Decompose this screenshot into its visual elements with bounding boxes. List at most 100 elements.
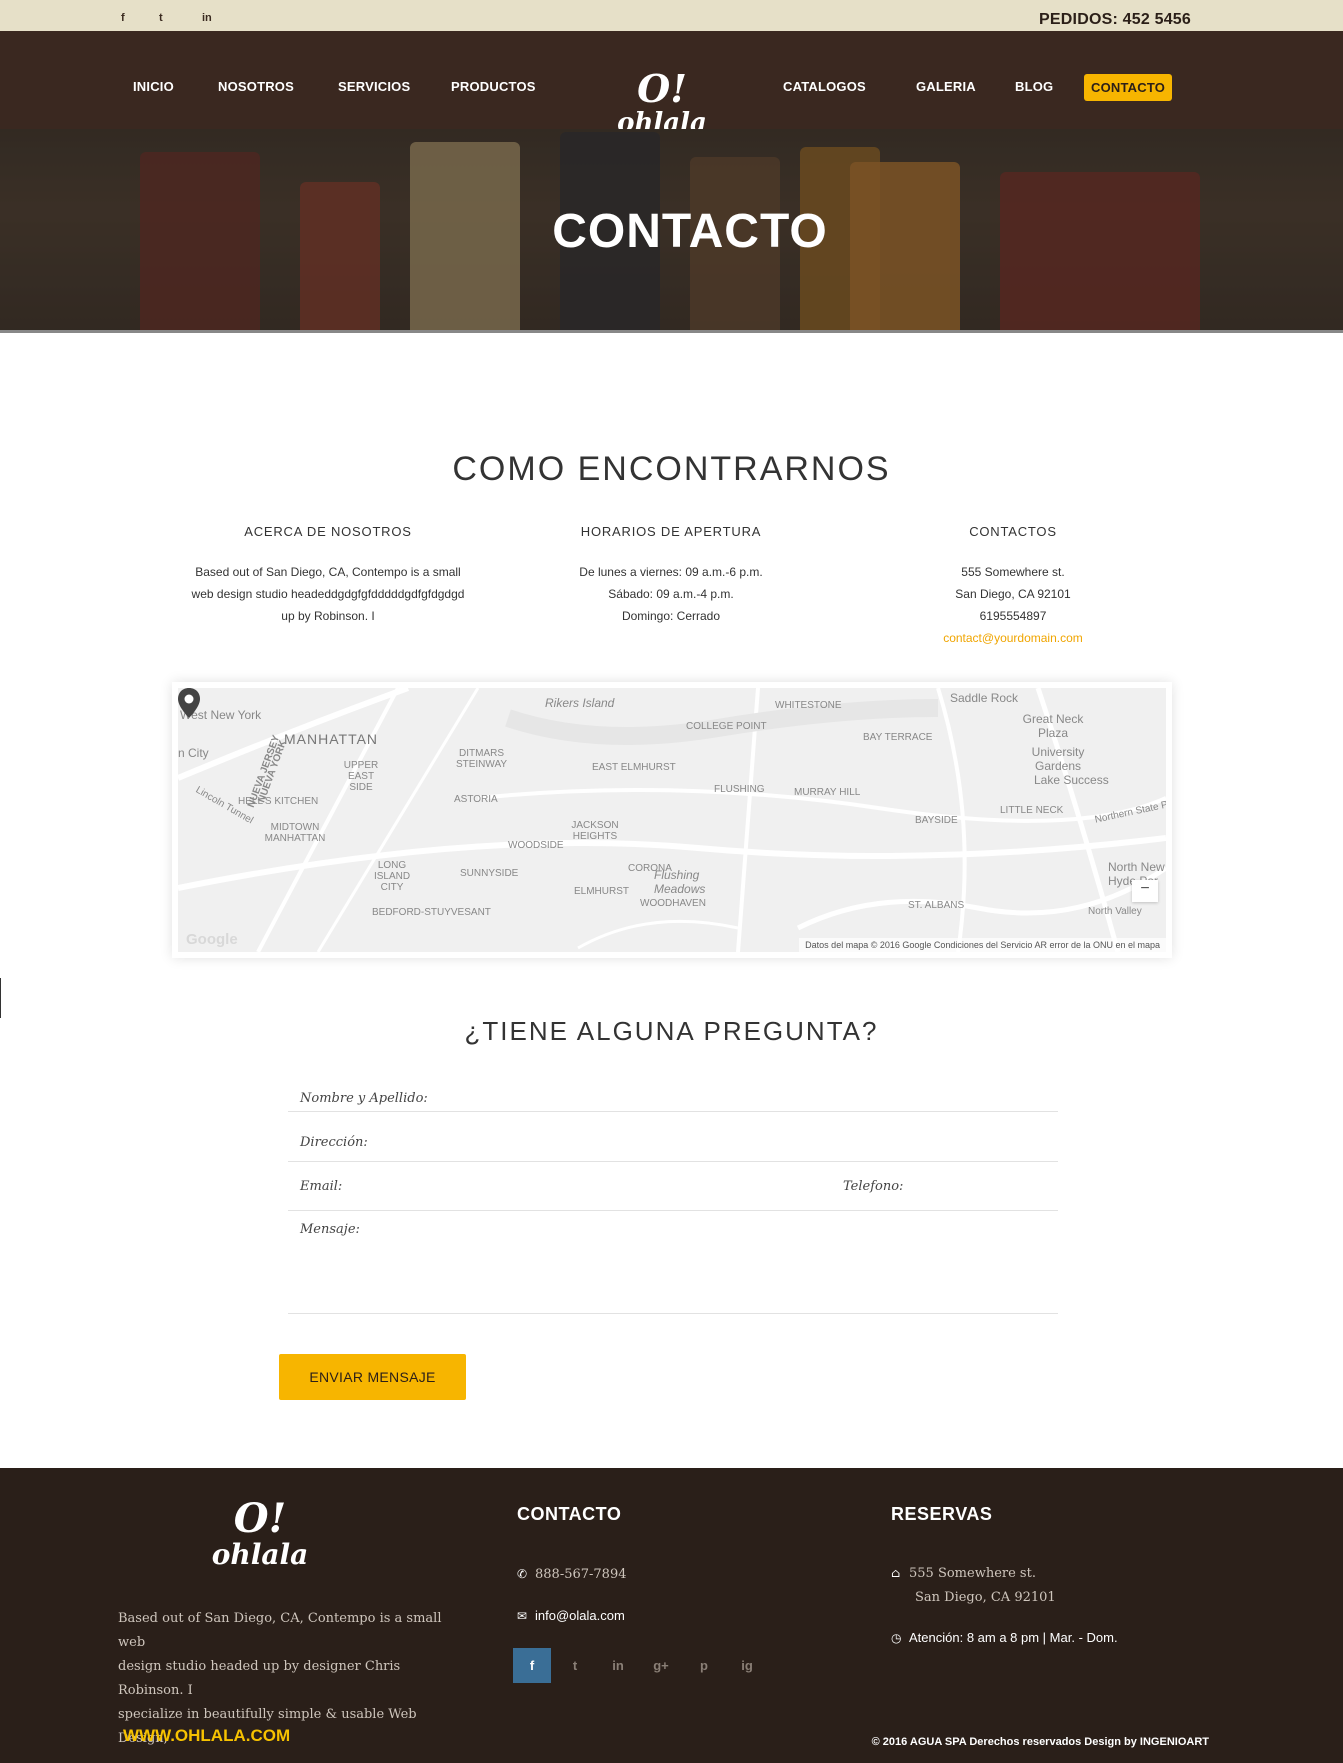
map-label: Rikers Island — [545, 696, 615, 710]
about-line: Based out of San Diego, CA, Contempo is … — [195, 565, 461, 579]
map-label: Lake Success — [1034, 773, 1109, 787]
location-pin-icon[interactable] — [178, 688, 200, 718]
map-label: ASTORIA — [454, 794, 498, 805]
footer-phone-text: 888-567-7894 — [535, 1567, 627, 1582]
map-label: HELL'S KITCHEN — [238, 796, 319, 807]
map-label: DITMARS STEINWAY — [455, 748, 508, 770]
footer-hours: ◷ Atención: 8 am a 8 pm | Mar. - Dom. — [891, 1630, 1118, 1645]
send-message-button[interactable]: ENVIAR MENSAJE — [279, 1354, 466, 1400]
footer-logo[interactable]: O! ohlala — [205, 1498, 315, 1570]
twitter-icon[interactable]: t — [556, 1648, 594, 1683]
footer-copyright: © 2016 AGUA SPA Derechos reservados Desi… — [871, 1736, 1209, 1748]
footer-address: ⌂ 555 Somewhere st. — [891, 1566, 1036, 1581]
contacts-text: 555 Somewhere st. San Diego, CA 92101 61… — [863, 561, 1163, 649]
find-us-title: COMO ENCONTRARNOS — [452, 450, 891, 488]
map-label: SUNNYSIDE — [460, 868, 519, 879]
ohlala-logo[interactable]: O! ohlala — [610, 66, 714, 138]
nav-inicio[interactable]: INICIO — [133, 79, 174, 94]
map-label: MURRAY HILL — [794, 787, 861, 798]
linkedin-icon[interactable]: in — [599, 1648, 637, 1683]
instagram-icon[interactable]: ig — [728, 1648, 766, 1683]
footer-address-line: San Diego, CA 92101 — [915, 1590, 1056, 1605]
map-attribution[interactable]: Datos del mapa © 2016 Google Condiciones… — [799, 938, 1166, 952]
pinterest-icon[interactable]: p — [685, 1648, 723, 1683]
address-field-label: Dirección: — [300, 1135, 368, 1150]
message-field-label: Mensaje: — [300, 1222, 360, 1237]
main-nav: INICIO NOSOTROS SERVICIOS PRODUCTOS O! o… — [0, 31, 1343, 137]
envelope-icon: ✉ — [517, 1609, 528, 1623]
footer-email-text[interactable]: info@olala.com — [535, 1608, 625, 1623]
linkedin-icon[interactable]: in — [202, 12, 212, 24]
map-label: WHITESTONE — [775, 700, 842, 711]
email-phone-field[interactable] — [288, 1210, 1058, 1211]
map-label: BAYSIDE — [915, 815, 958, 826]
nav-contacto[interactable]: CONTACTO — [1084, 74, 1173, 101]
phone-field-label: Telefono: — [843, 1179, 904, 1194]
hero-banner: CONTACTO — [0, 129, 1343, 332]
google-map[interactable]: West New York MANHATTAN n City NUEVA JER… — [178, 688, 1166, 952]
facebook-icon[interactable]: f — [513, 1648, 551, 1683]
nav-servicios[interactable]: SERVICIOS — [338, 79, 410, 94]
map-label: BEDFORD-STUYVESANT — [372, 907, 491, 918]
site-footer: O! ohlala Based out of San Diego, CA, Co… — [0, 1468, 1343, 1763]
footer-socials: f t in g+ p ig — [513, 1648, 771, 1683]
top-bar: f t in PEDIDOS: 452 5456 — [0, 0, 1343, 31]
nav-catalogos[interactable]: CATALOGOS — [783, 79, 866, 94]
clock-icon: ◷ — [891, 1631, 902, 1645]
twitter-icon[interactable]: t — [159, 12, 163, 24]
map-label: EAST ELMHURST — [592, 762, 676, 773]
hours-line: Domingo: Cerrado — [621, 609, 721, 623]
zoom-out-button[interactable]: − — [1132, 880, 1158, 902]
footer-about-line: design studio headed up by designer Chri… — [118, 1659, 401, 1698]
message-field[interactable] — [288, 1313, 1058, 1314]
map-label: North Valley — [1088, 906, 1142, 917]
map-label: JACKSON HEIGHTS — [571, 820, 619, 842]
facebook-icon[interactable]: f — [121, 12, 125, 24]
about-line: web design studio headeddgdgfgfdddddgdfg… — [191, 587, 465, 601]
map-label: UPPER EAST SIDE — [343, 760, 379, 793]
page-title: CONTACTO — [552, 205, 828, 258]
map-label: COLLEGE POINT — [686, 721, 767, 732]
contacts-address: 555 Somewhere st. — [961, 565, 1065, 579]
google-logo: Google — [186, 931, 238, 948]
map-label: Flushing Meadows — [654, 868, 706, 896]
phone-icon: ✆ — [517, 1567, 528, 1581]
map-label: LITTLE NECK — [1000, 805, 1064, 816]
hours-text: De lunes a viernes: 09 a.m.-6 p.m. Sábad… — [521, 561, 821, 627]
home-icon: ⌂ — [891, 1566, 901, 1580]
map-label: Great Neck Plaza — [1022, 712, 1084, 740]
footer-about-line: Based out of San Diego, CA, Contempo is … — [118, 1611, 442, 1650]
footer-phone: ✆ 888-567-7894 — [517, 1567, 627, 1582]
hours-line: De lunes a viernes: 09 a.m.-6 p.m. — [579, 565, 763, 579]
orders-phone: PEDIDOS: 452 5456 — [1039, 11, 1191, 29]
contacts-city: San Diego, CA 92101 — [955, 587, 1071, 601]
name-field-label: Nombre y Apellido: — [300, 1091, 428, 1106]
name-field[interactable] — [288, 1111, 1058, 1112]
nav-nosotros[interactable]: NOSOTROS — [218, 79, 294, 94]
footer-email[interactable]: ✉ info@olala.com — [517, 1608, 625, 1623]
about-heading: ACERCA DE NOSOTROS — [244, 524, 412, 539]
map-label: WOODSIDE — [508, 840, 564, 851]
google-plus-icon[interactable]: g+ — [642, 1648, 680, 1683]
footer-website-link[interactable]: WWW.OHLALA.COM — [123, 1726, 290, 1746]
map-label: ST. ALBANS — [908, 900, 965, 911]
nav-blog[interactable]: BLOG — [1015, 79, 1053, 94]
form-title: ¿TIENE ALGUNA PREGUNTA? — [464, 1016, 879, 1046]
contacts-email-link[interactable]: contact@yourdomain.com — [863, 627, 1163, 649]
map-label: MANHATTAN — [284, 731, 379, 747]
nav-productos[interactable]: PRODUCTOS — [451, 79, 536, 94]
footer-logo-word: ohlala — [211, 1538, 309, 1571]
map-label: FLUSHING — [714, 784, 765, 795]
text-cursor — [0, 978, 1, 1018]
email-field-label: Email: — [300, 1179, 343, 1194]
map-label: LONG ISLAND CITY — [373, 860, 411, 893]
address-field[interactable] — [288, 1161, 1058, 1162]
footer-reservas-heading: RESERVAS — [891, 1504, 993, 1524]
contacts-phone: 6195554897 — [979, 609, 1047, 623]
map-frame: West New York MANHATTAN n City NUEVA JER… — [172, 682, 1172, 958]
about-line: up by Robinson. I — [281, 609, 375, 623]
map-label: Saddle Rock — [950, 691, 1019, 705]
nav-galeria[interactable]: GALERIA — [916, 79, 976, 94]
map-label: ELMHURST — [574, 886, 630, 897]
logo-mark: O! — [637, 66, 687, 111]
